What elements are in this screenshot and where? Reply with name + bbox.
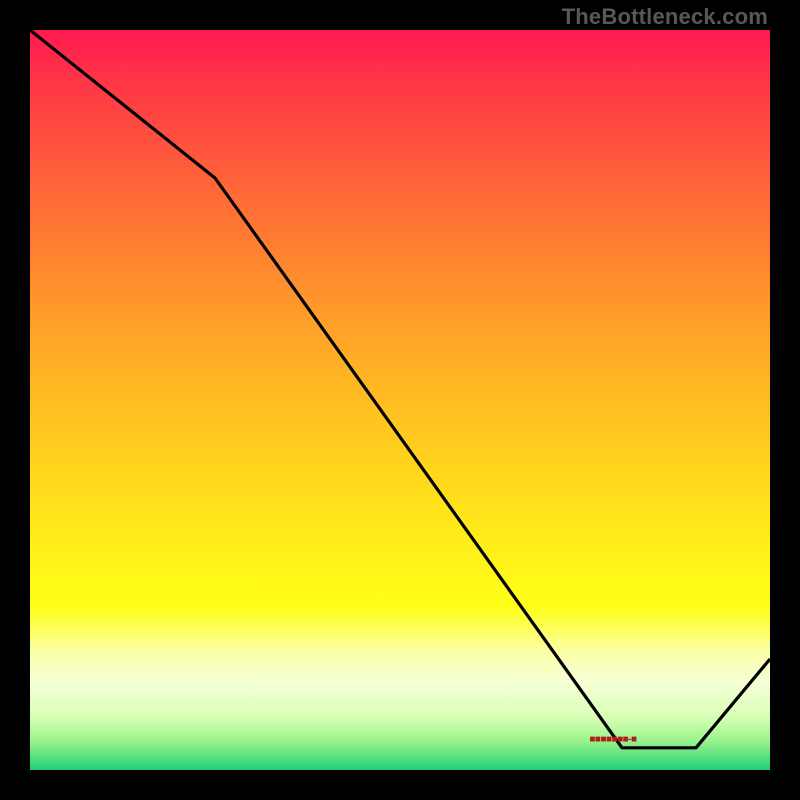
bottleneck-curve-line [30, 30, 770, 748]
line-chart-svg [30, 30, 770, 770]
chart-frame: TheBottleneck.com ■■■■■■■-■ [0, 0, 800, 800]
watermark-text: TheBottleneck.com [562, 4, 768, 30]
series-inline-label: ■■■■■■■-■ [589, 734, 636, 745]
plot-area: ■■■■■■■-■ [30, 30, 770, 770]
